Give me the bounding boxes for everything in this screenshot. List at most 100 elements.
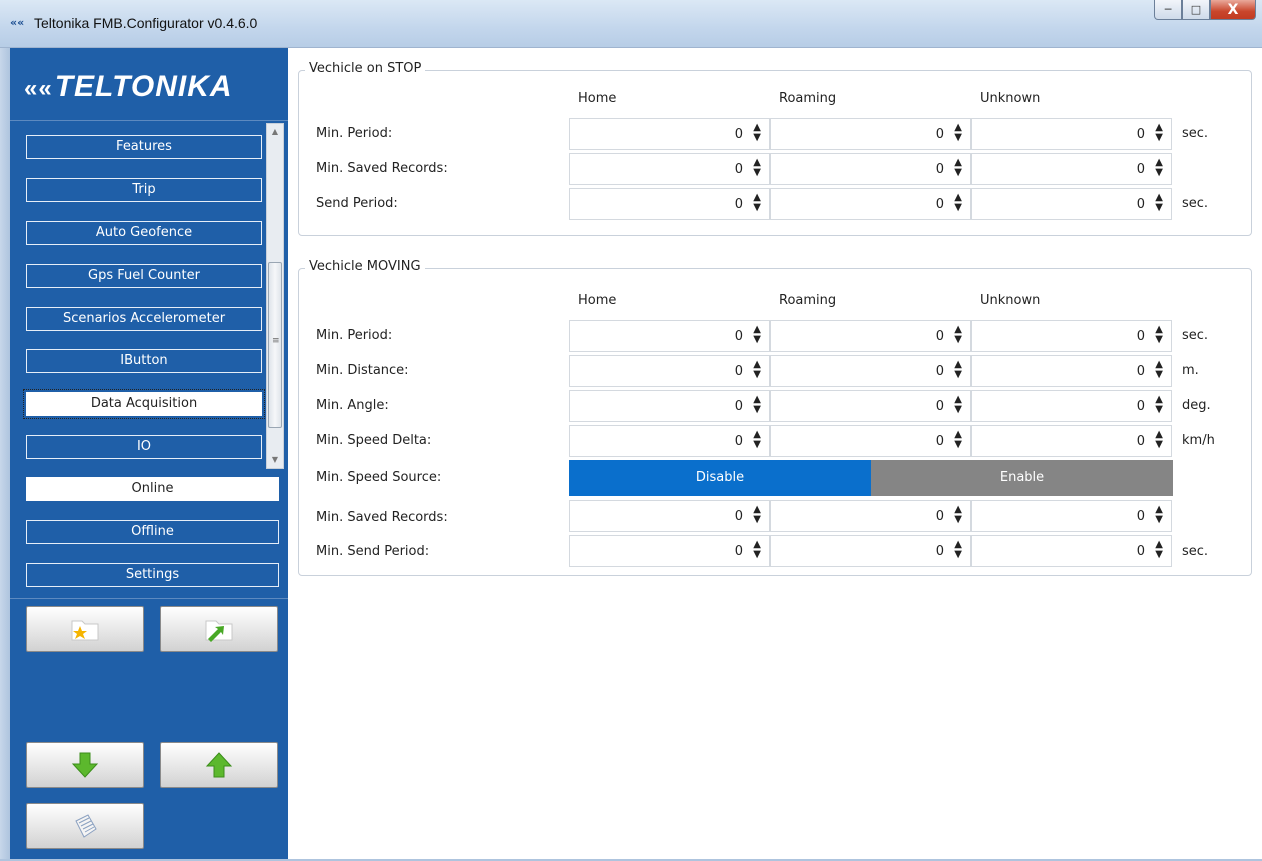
spin-arrows-icon[interactable]: ▲ ▼ — [1155, 158, 1163, 178]
stop-send-period-home[interactable]: 0 ▲ ▼ — [569, 188, 770, 220]
nav-item-offline[interactable]: Offline — [26, 520, 279, 544]
stop-min-period-unknown[interactable]: 0 ▲ ▼ — [971, 118, 1172, 150]
spin-value: 0 — [1136, 364, 1145, 379]
spin-value: 0 — [734, 544, 743, 559]
stop-min-saved-records-unknown[interactable]: 0 ▲ ▼ — [971, 153, 1172, 185]
spin-arrows-icon[interactable]: ▲ ▼ — [954, 158, 962, 178]
spin-arrows-icon[interactable]: ▲ ▼ — [954, 395, 962, 415]
folder-star-icon — [71, 620, 99, 641]
spin-arrows-icon[interactable]: ▲ ▼ — [753, 540, 761, 560]
spin-value: 0 — [734, 197, 743, 212]
stop-send-period-unknown[interactable]: 0 ▲ ▼ — [971, 188, 1172, 220]
sidebar-scrollbar[interactable]: ▲ ≡ ▼ — [266, 123, 284, 469]
moving-min-saved-records-unknown[interactable]: 0 ▲ ▼ — [971, 500, 1172, 532]
stop-min-saved-records-home[interactable]: 0 ▲ ▼ — [569, 153, 770, 185]
moving-min-saved-records-home[interactable]: 0 ▲ ▼ — [569, 500, 770, 532]
spin-arrows-icon[interactable]: ▲ ▼ — [1155, 193, 1163, 213]
window-frame-left — [0, 48, 10, 861]
spin-arrows-icon[interactable]: ▲ ▼ — [954, 540, 962, 560]
spin-arrows-icon[interactable]: ▲ ▼ — [1155, 505, 1163, 525]
moving-min-send-period-unknown[interactable]: 0 ▲ ▼ — [971, 535, 1172, 567]
nav-item-ibutton[interactable]: IButton — [26, 349, 262, 373]
open-configuration-button[interactable] — [26, 606, 144, 652]
moving-min-saved-records-roaming[interactable]: 0 ▲ ▼ — [770, 500, 971, 532]
save-to-device-button[interactable] — [160, 742, 278, 788]
close-button[interactable]: X — [1210, 0, 1256, 20]
nav-item-auto-geofence[interactable]: Auto Geofence — [26, 221, 262, 245]
notes-button[interactable] — [26, 803, 144, 849]
spin-arrows-icon[interactable]: ▲ ▼ — [753, 325, 761, 345]
spin-arrows-icon[interactable]: ▲ ▼ — [753, 505, 761, 525]
spin-arrows-icon[interactable]: ▲ ▼ — [753, 158, 761, 178]
nav-item-io[interactable]: IO — [26, 435, 262, 459]
moving-min-period-home[interactable]: 0 ▲ ▼ — [569, 320, 770, 352]
moving-min-speed-delta-unknown[interactable]: 0 ▲ ▼ — [971, 425, 1172, 457]
spin-arrows-icon[interactable]: ▲ ▼ — [954, 325, 962, 345]
window-controls: ─ □ X — [1154, 0, 1256, 22]
group-vehicle-on-stop: Vechicle on STOP Home Roaming Unknown Mi… — [298, 61, 1252, 236]
spin-arrows-icon[interactable]: ▲ ▼ — [1155, 123, 1163, 143]
moving-min-send-period-roaming[interactable]: 0 ▲ ▼ — [770, 535, 971, 567]
row-label: Min. Send Period: — [316, 544, 430, 559]
moving-min-distance-home[interactable]: 0 ▲ ▼ — [569, 355, 770, 387]
spin-arrows-icon[interactable]: ▲ ▼ — [1155, 430, 1163, 450]
spin-arrows-icon[interactable]: ▲ ▼ — [753, 395, 761, 415]
spin-arrows-icon[interactable]: ▲ ▼ — [1155, 360, 1163, 380]
spin-arrows-icon[interactable]: ▲ ▼ — [1155, 325, 1163, 345]
moving-min-distance-roaming[interactable]: 0 ▲ ▼ — [770, 355, 971, 387]
speed-source-enable-button[interactable]: Enable — [871, 460, 1173, 496]
moving-min-speed-delta-roaming[interactable]: 0 ▲ ▼ — [770, 425, 971, 457]
minimize-button[interactable]: ─ — [1154, 0, 1182, 20]
nav-item-trip[interactable]: Trip — [26, 178, 262, 202]
spin-arrows-icon[interactable]: ▲ ▼ — [954, 505, 962, 525]
maximize-button[interactable]: □ — [1182, 0, 1210, 20]
nav-item-gps-fuel-counter[interactable]: Gps Fuel Counter — [26, 264, 262, 288]
scroll-up-icon[interactable]: ▲ — [267, 124, 283, 140]
spin-arrows-icon[interactable]: ▲ ▼ — [954, 430, 962, 450]
moving-min-angle-unknown[interactable]: 0 ▲ ▼ — [971, 390, 1172, 422]
row-label: Min. Saved Records: — [316, 161, 448, 176]
save-configuration-button[interactable] — [160, 606, 278, 652]
spin-arrows-icon[interactable]: ▲ ▼ — [954, 193, 962, 213]
notepad-icon — [75, 814, 97, 838]
moving-min-period-unknown[interactable]: 0 ▲ ▼ — [971, 320, 1172, 352]
load-from-device-button[interactable] — [26, 742, 144, 788]
moving-min-send-period-home[interactable]: 0 ▲ ▼ — [569, 535, 770, 567]
moving-min-speed-delta-home[interactable]: 0 ▲ ▼ — [569, 425, 770, 457]
spin-arrows-icon[interactable]: ▲ ▼ — [753, 193, 761, 213]
group-vehicle-moving: Vechicle MOVING Home Roaming Unknown Min… — [298, 259, 1252, 576]
nav-item-online[interactable]: Online — [26, 477, 279, 501]
stop-send-period-roaming[interactable]: 0 ▲ ▼ — [770, 188, 971, 220]
spin-value: 0 — [1136, 197, 1145, 212]
scroll-down-icon[interactable]: ▼ — [267, 452, 283, 468]
moving-min-angle-roaming[interactable]: 0 ▲ ▼ — [770, 390, 971, 422]
nav-item-data-acquisition[interactable]: Data Acquisition — [23, 389, 265, 419]
spin-arrows-icon[interactable]: ▲ ▼ — [954, 123, 962, 143]
scrollbar-thumb[interactable]: ≡ — [268, 262, 282, 428]
moving-min-distance-unknown[interactable]: 0 ▲ ▼ — [971, 355, 1172, 387]
stop-min-period-roaming[interactable]: 0 ▲ ▼ — [770, 118, 971, 150]
nav-item-settings[interactable]: Settings — [26, 563, 279, 587]
nav-label: Trip — [132, 182, 156, 197]
arrow-up-icon — [205, 752, 233, 778]
speed-source-disable-button[interactable]: Disable — [569, 460, 871, 496]
stop-min-period-home[interactable]: 0 ▲ ▼ — [569, 118, 770, 150]
spin-value: 0 — [935, 364, 944, 379]
nav-label: Data Acquisition — [90, 396, 198, 411]
spin-arrows-icon[interactable]: ▲ ▼ — [1155, 540, 1163, 560]
moving-min-angle-home[interactable]: 0 ▲ ▼ — [569, 390, 770, 422]
arrow-down-icon — [71, 752, 99, 778]
unit-label: deg. — [1182, 398, 1211, 413]
divider — [10, 598, 288, 599]
stop-min-saved-records-roaming[interactable]: 0 ▲ ▼ — [770, 153, 971, 185]
spin-arrows-icon[interactable]: ▲ ▼ — [753, 123, 761, 143]
moving-min-period-roaming[interactable]: 0 ▲ ▼ — [770, 320, 971, 352]
spin-arrows-icon[interactable]: ▲ ▼ — [753, 360, 761, 380]
spin-arrows-icon[interactable]: ▲ ▼ — [753, 430, 761, 450]
spin-arrows-icon[interactable]: ▲ ▼ — [1155, 395, 1163, 415]
logo-text: TELTONIKA — [54, 70, 233, 103]
spin-arrows-icon[interactable]: ▲ ▼ — [954, 360, 962, 380]
unit-label: sec. — [1182, 544, 1209, 559]
nav-item-features[interactable]: Features — [26, 135, 262, 159]
nav-item-scenarios-accelerometer[interactable]: Scenarios Accelerometer — [26, 307, 262, 331]
